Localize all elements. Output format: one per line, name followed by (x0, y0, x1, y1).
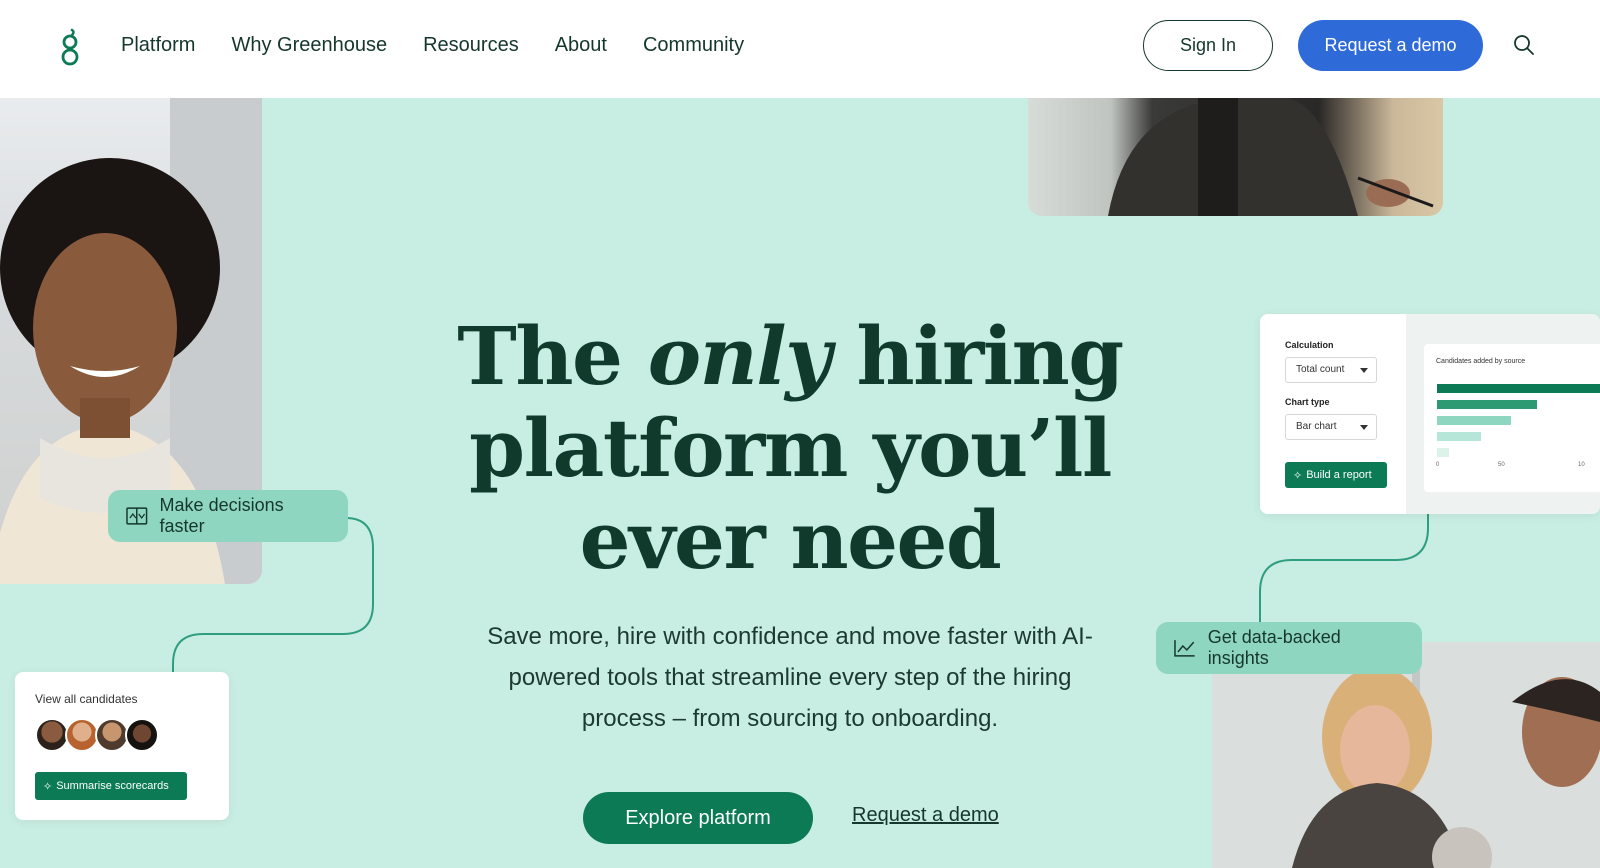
mini-bar-chart: Candidates added by source 0 50 10 (1424, 344, 1600, 492)
line-chart-icon (1174, 640, 1195, 657)
calculation-select-value: Total count (1296, 364, 1345, 375)
hero-title-emphasis: only (647, 309, 832, 403)
chart-type-select-value: Bar chart (1296, 421, 1337, 432)
avatar[interactable] (65, 718, 99, 752)
greenhouse-logo-icon[interactable] (58, 27, 82, 67)
request-demo-link[interactable]: Request a demo (852, 804, 999, 827)
insights-pill: Get data-backed insights (1156, 622, 1422, 674)
businessman-illustration (1108, 98, 1434, 216)
hero-title-pre: The (457, 309, 648, 403)
hero-subtitle: Save more, hire with confidence and move… (487, 623, 1093, 732)
compare-icon (126, 507, 148, 525)
mini-chart-tick: 0 (1436, 462, 1440, 468)
search-icon[interactable] (1512, 33, 1536, 57)
build-report-button[interactable]: ✧ Build a report (1285, 462, 1387, 488)
sparkle-icon: ✧ (43, 780, 53, 793)
team-meeting-illustration (1212, 642, 1600, 868)
candidates-card: View all candidates ✧ Summarise scorecar… (15, 672, 229, 820)
decisions-pill: Make decisions faster (108, 490, 348, 542)
report-settings-panel: Calculation Total count Chart type Bar c… (1260, 314, 1406, 514)
mini-chart-tick: 10 (1578, 462, 1585, 468)
mini-chart-bar (1437, 400, 1537, 409)
decisions-pill-label: Make decisions faster (159, 495, 284, 536)
calculation-label: Calculation (1285, 340, 1334, 350)
main-nav: Platform Why Greenhouse Resources About … (121, 30, 744, 60)
insights-pill-label: Get data-backed insights (1207, 627, 1341, 668)
mini-chart-bar (1437, 448, 1449, 457)
nav-item-resources[interactable]: Resources (423, 30, 519, 60)
mini-chart-bar (1437, 384, 1600, 393)
request-demo-button[interactable]: Request a demo (1298, 20, 1483, 71)
sign-in-button[interactable]: Sign In (1143, 20, 1273, 71)
candidate-avatars (35, 718, 159, 752)
explore-platform-button[interactable]: Explore platform (583, 792, 813, 844)
summarise-scorecards-label: Summarise scorecards (56, 780, 169, 792)
chart-type-label: Chart type (1285, 397, 1330, 407)
view-candidates-title[interactable]: View all candidates (35, 692, 138, 706)
chevron-down-icon (1360, 368, 1368, 373)
build-report-label: Build a report (1306, 469, 1372, 481)
mini-chart-bar (1437, 416, 1511, 425)
mini-chart-bar (1437, 432, 1481, 441)
avatar[interactable] (125, 718, 159, 752)
avatar[interactable] (95, 718, 129, 752)
businessman-photo (1028, 98, 1443, 216)
mini-chart-tick: 50 (1498, 462, 1505, 468)
site-header: Platform Why Greenhouse Resources About … (0, 0, 1600, 98)
avatar[interactable] (35, 718, 69, 752)
chevron-down-icon (1360, 425, 1368, 430)
nav-item-why-greenhouse[interactable]: Why Greenhouse (231, 30, 387, 60)
summarise-scorecards-button[interactable]: ✧ Summarise scorecards (35, 772, 187, 800)
report-preview-panel: Candidates added by source 0 50 10 (1406, 314, 1600, 514)
report-builder-card: Calculation Total count Chart type Bar c… (1260, 314, 1600, 514)
sparkle-icon: ✧ (1293, 469, 1303, 482)
team-meeting-photo (1212, 642, 1600, 868)
mini-chart-title: Candidates added by source (1436, 358, 1526, 365)
nav-item-about[interactable]: About (555, 30, 607, 60)
hero-title: The only hiring platform you’ll ever nee… (440, 310, 1140, 586)
chart-type-select[interactable]: Bar chart (1285, 414, 1377, 440)
calculation-select[interactable]: Total count (1285, 357, 1377, 383)
nav-item-community[interactable]: Community (643, 30, 744, 60)
nav-item-platform[interactable]: Platform (121, 30, 195, 60)
